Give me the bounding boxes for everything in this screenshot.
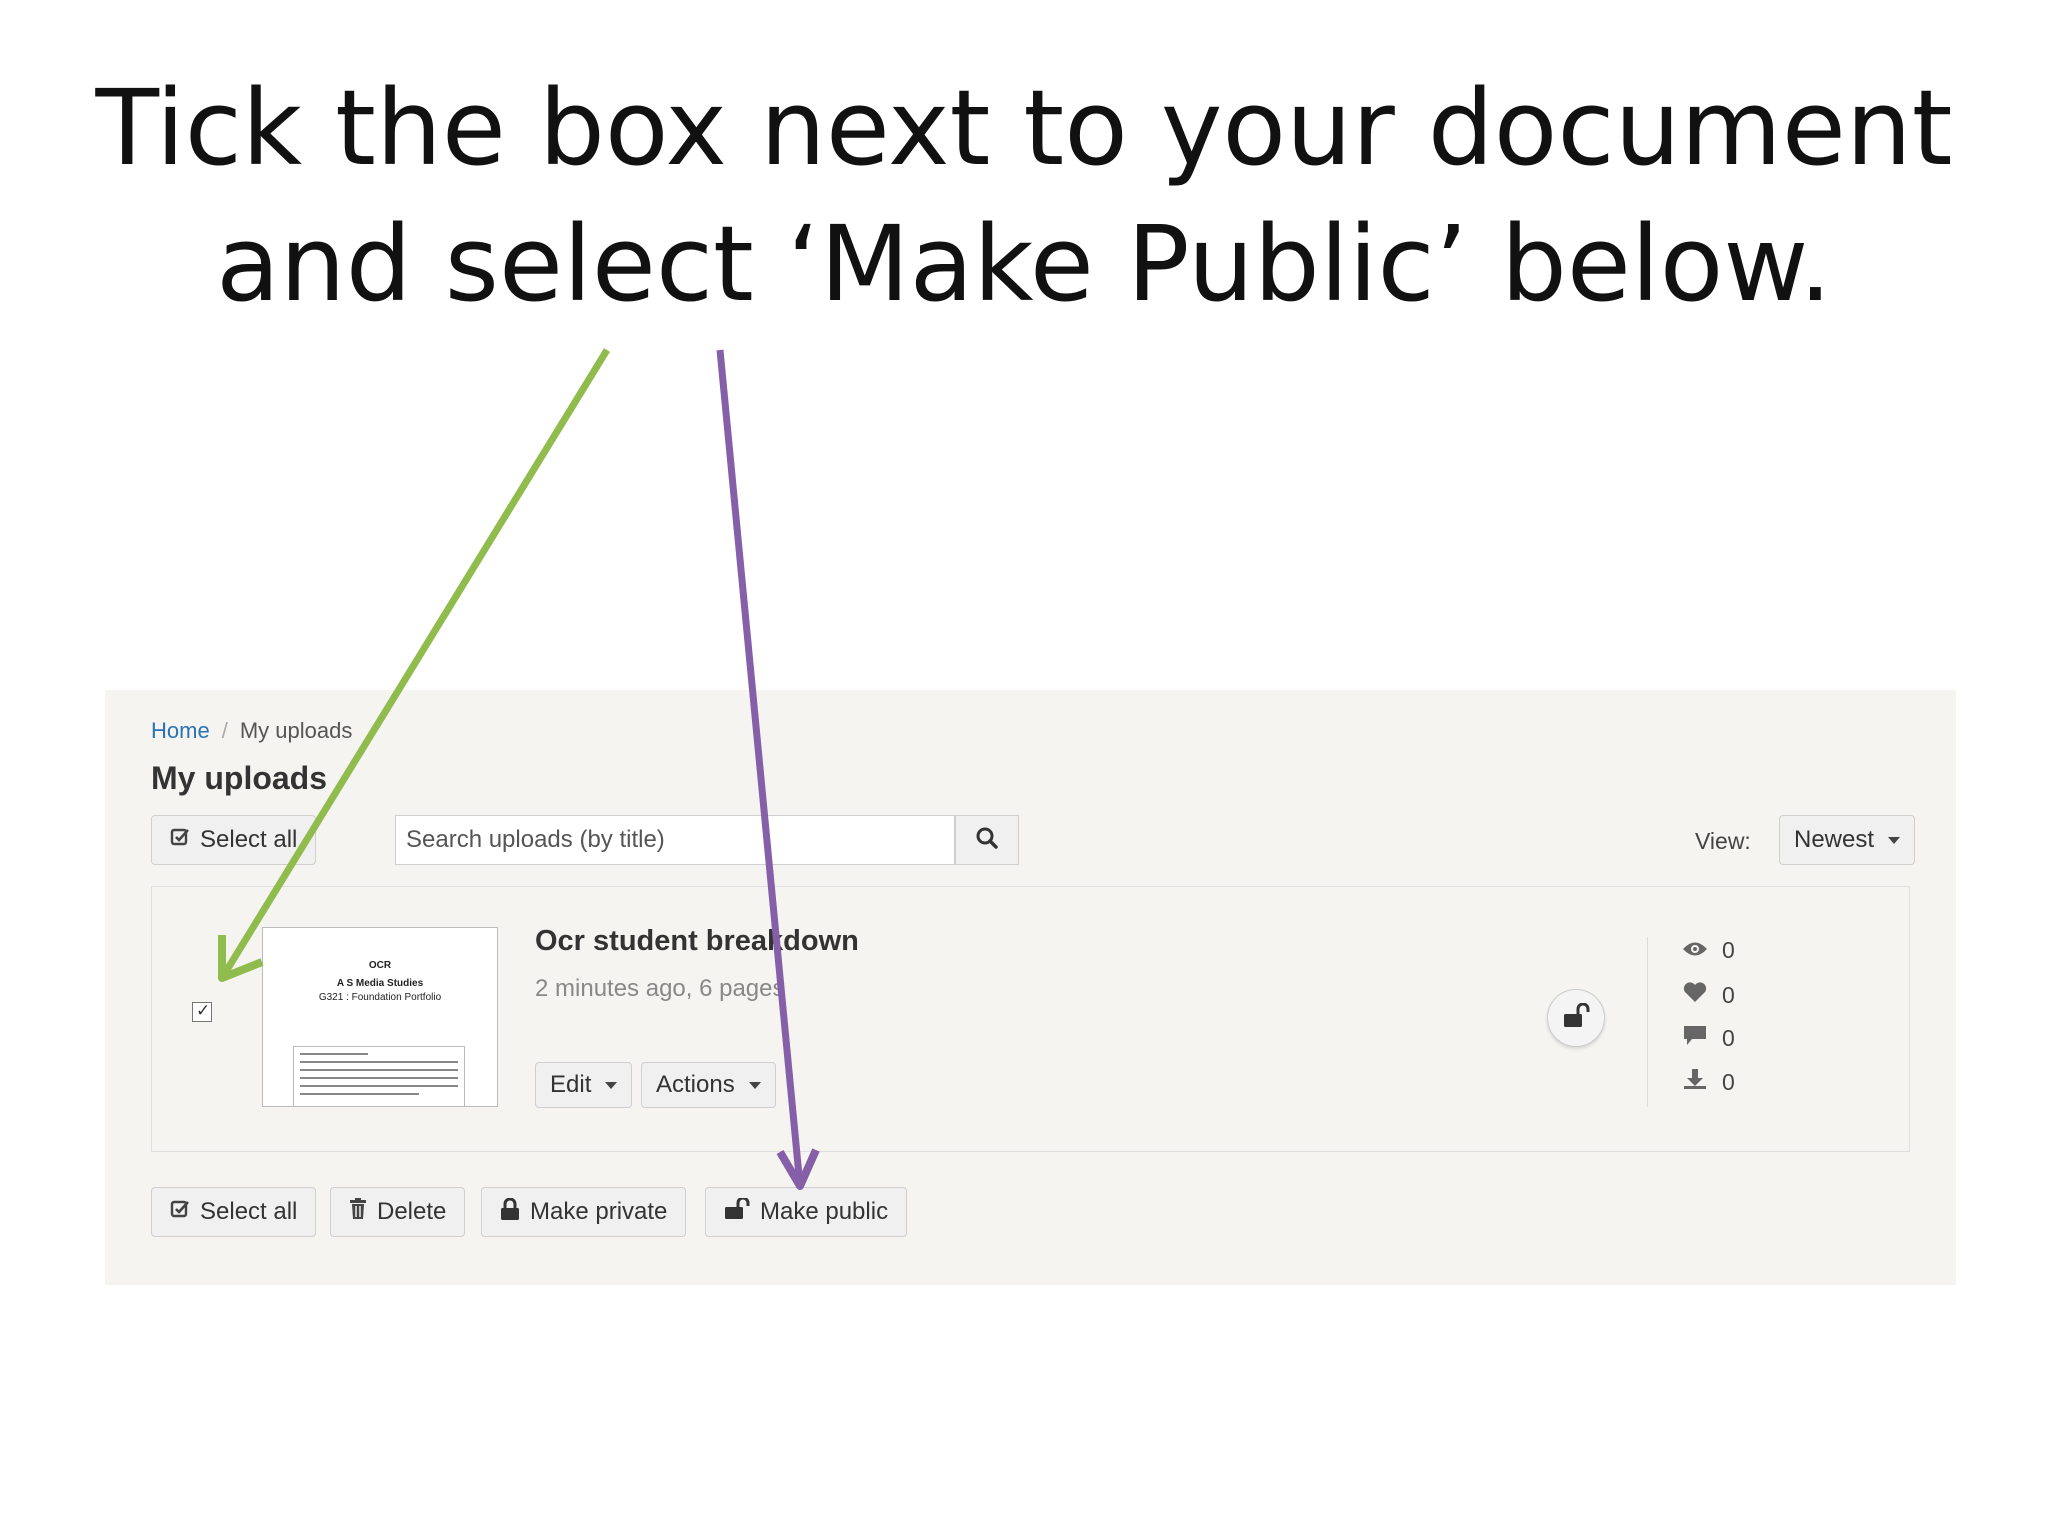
view-label: View:	[1695, 828, 1751, 854]
eye-icon	[1682, 937, 1708, 964]
select-all-button-top[interactable]: Select all	[151, 815, 317, 865]
delete-button[interactable]: Delete	[330, 1187, 466, 1237]
search-button[interactable]	[955, 815, 1019, 865]
search-input[interactable]	[395, 815, 955, 865]
uploads-screenshot: Home / My uploads My uploads Select all Vi…	[105, 690, 1956, 1285]
make-private-label: Make private	[530, 1198, 668, 1225]
privacy-toggle[interactable]	[1547, 989, 1605, 1047]
checkmark-icon: ✓	[196, 1001, 211, 1020]
lock-icon	[500, 1197, 520, 1227]
search-icon	[975, 826, 999, 855]
thumbnail-line-2: A S Media Studies	[336, 978, 424, 989]
views-count: 0	[1722, 937, 1735, 963]
caret-down-icon	[605, 1081, 618, 1089]
caret-down-icon	[1888, 836, 1901, 844]
thumbnail-line-3: G321 : Foundation Portfolio	[318, 992, 442, 1003]
views-stat: 0	[1682, 937, 1735, 964]
page-title: My uploads	[151, 760, 328, 796]
upload-item: ✓ OCR A S Media Studies G321 : Foundatio…	[151, 886, 1910, 1152]
likes-count: 0	[1722, 981, 1735, 1008]
edit-dropdown-button[interactable]: Edit	[535, 1062, 633, 1108]
heart-icon	[1682, 981, 1708, 1009]
delete-label: Delete	[377, 1198, 447, 1225]
caret-down-icon	[748, 1081, 761, 1089]
comment-icon	[1682, 1024, 1708, 1052]
breadcrumb-home-link[interactable]: Home	[151, 718, 210, 743]
slide-title-line-2: and select ‘Make Public’ below.	[216, 203, 1832, 325]
slide-title-line-1: Tick the box next to your document	[95, 67, 1953, 189]
thumbnail-text-block	[293, 1046, 465, 1106]
make-public-button[interactable]: Make public	[705, 1187, 908, 1237]
document-title[interactable]: Ocr student breakdown	[535, 925, 859, 958]
select-all-label: Select all	[200, 1198, 298, 1225]
select-all-button-bottom[interactable]: Select all	[151, 1187, 317, 1237]
edit-label: Edit	[550, 1071, 592, 1098]
downloads-count: 0	[1722, 1068, 1735, 1095]
download-icon	[1682, 1068, 1708, 1096]
breadcrumb-current: My uploads	[239, 718, 353, 743]
downloads-stat: 0	[1682, 1068, 1735, 1096]
view-selected-value: Newest	[1794, 826, 1875, 853]
check-square-icon	[170, 826, 190, 854]
make-public-label: Make public	[760, 1198, 889, 1225]
comments-stat: 0	[1682, 1024, 1735, 1052]
actions-label: Actions	[656, 1071, 735, 1098]
breadcrumb-separator: /	[221, 718, 228, 743]
view-sort-dropdown[interactable]: Newest	[1779, 815, 1916, 865]
thumbnail-line-1: OCR	[368, 960, 392, 971]
slide-title: Tick the box next to your document and s…	[0, 60, 2048, 332]
upload-checkbox[interactable]: ✓	[192, 1001, 212, 1022]
likes-stat: 0	[1682, 981, 1735, 1009]
document-meta: 2 minutes ago, 6 pages	[535, 975, 785, 1002]
actions-dropdown-button[interactable]: Actions	[641, 1062, 776, 1108]
select-all-label: Select all	[200, 826, 298, 853]
trash-icon	[349, 1197, 367, 1227]
check-square-icon	[170, 1198, 190, 1226]
make-private-button[interactable]: Make private	[481, 1187, 687, 1237]
unlock-icon	[1562, 1002, 1590, 1034]
comments-count: 0	[1722, 1024, 1735, 1051]
breadcrumb: Home / My uploads	[151, 718, 352, 744]
unlock-icon	[724, 1196, 750, 1227]
stats-divider	[1647, 937, 1648, 1107]
document-thumbnail[interactable]: OCR A S Media Studies G321 : Foundation …	[262, 927, 498, 1107]
